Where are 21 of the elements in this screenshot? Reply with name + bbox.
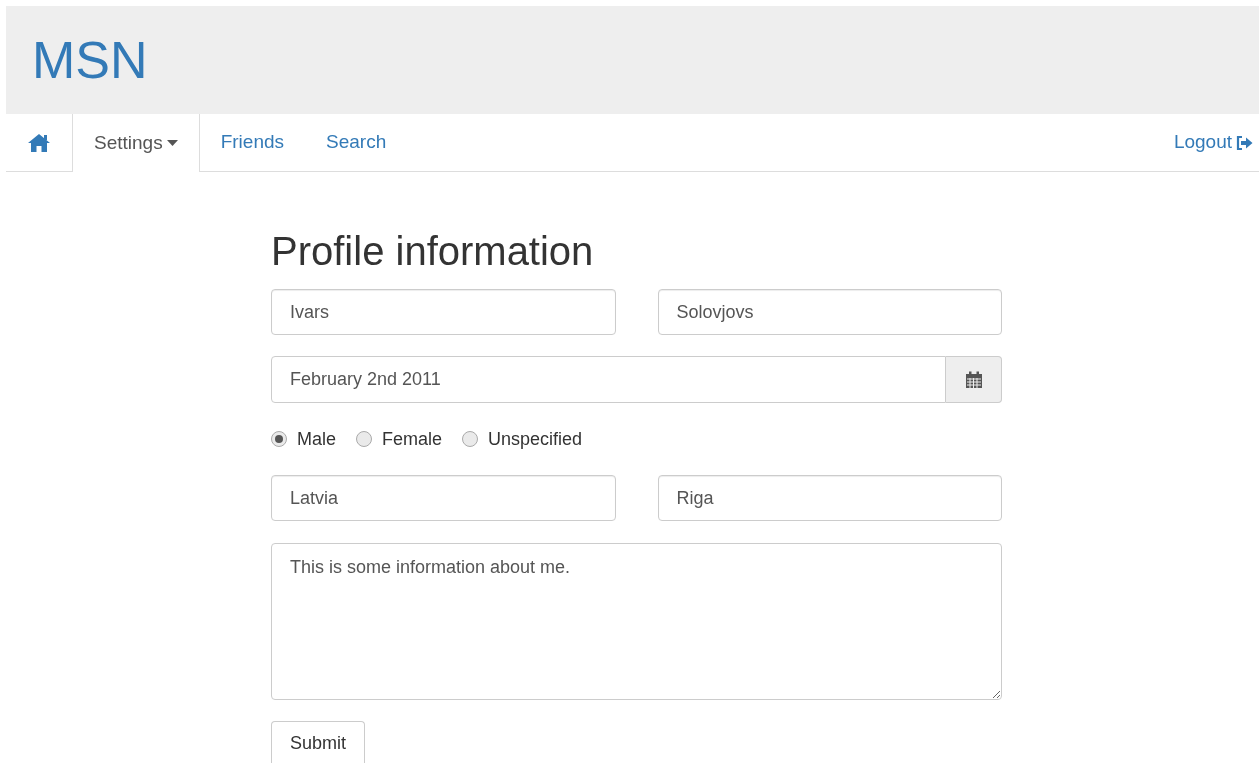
nav-tab[interactable]: Friends: [199, 114, 305, 172]
home-icon: [27, 132, 51, 153]
nav-tab[interactable]: Search: [305, 114, 408, 172]
gender-radio[interactable]: Male: [271, 425, 336, 453]
caret-icon: [166, 140, 178, 146]
text-field[interactable]: Solovjovs: [657, 289, 1002, 335]
sign-out-icon: [1236, 135, 1253, 150]
calendar-button[interactable]: [946, 356, 1002, 403]
nav-tab[interactable]: Settings: [72, 114, 200, 172]
about-field[interactable]: This is some information about me.: [271, 543, 1002, 700]
date-field[interactable]: February 2nd 2011: [271, 356, 946, 403]
text-field[interactable]: Ivars: [271, 289, 616, 335]
text-field[interactable]: Riga: [657, 475, 1002, 521]
submit-button[interactable]: Submit: [271, 721, 366, 763]
brand-title: MSN: [32, 30, 148, 91]
page-title: Profile information: [271, 228, 595, 274]
text-field[interactable]: Latvia: [271, 475, 616, 521]
logout-link[interactable]: Logout: [1173, 114, 1259, 172]
gender-radio[interactable]: Female: [356, 425, 443, 453]
calendar-icon: [964, 370, 983, 389]
gender-radio[interactable]: Unspecified: [462, 425, 583, 453]
